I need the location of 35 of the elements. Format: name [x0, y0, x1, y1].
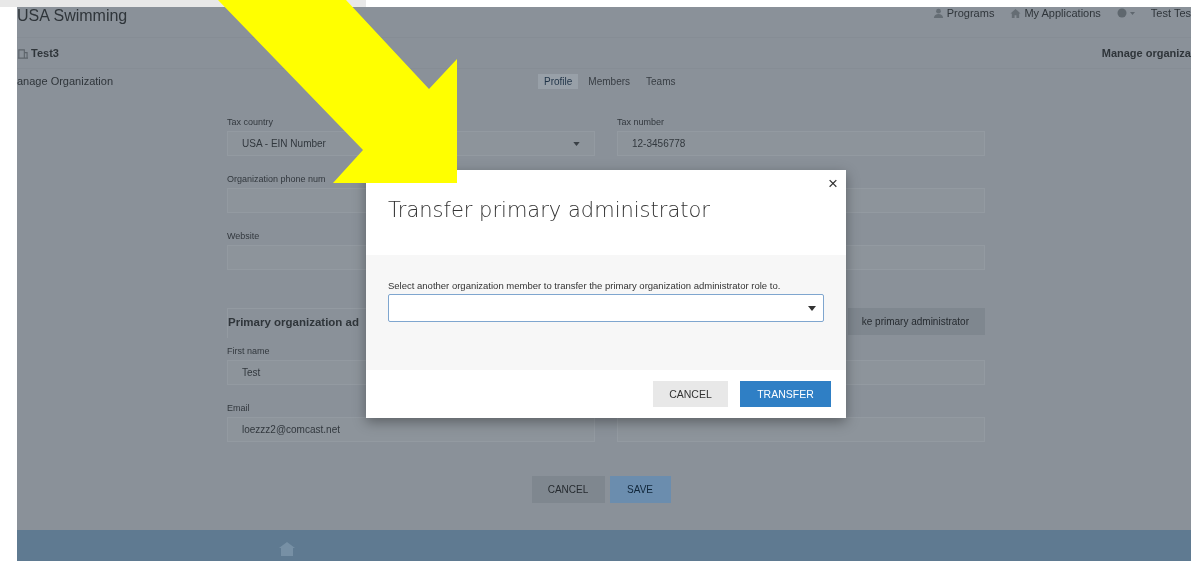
user-menu[interactable]: Test Tes [1150, 7, 1191, 19]
cancel-button[interactable]: CANCEL [531, 476, 605, 503]
member-select[interactable] [388, 294, 824, 322]
field-label: Tax country [227, 117, 275, 128]
input-field[interactable]: loezzz2@comcast.net [227, 417, 595, 442]
nav-link[interactable]: My Applications [1010, 7, 1101, 19]
admin-button[interactable]: ke primary administrator [848, 308, 985, 335]
field-label: First name [227, 346, 271, 357]
nav-link[interactable]: Programs [932, 7, 995, 19]
page-heading: Manage organiza [1101, 47, 1191, 59]
organization-name: Test3 [31, 47, 59, 59]
dialog-title: Transfer primary administrator [388, 198, 710, 222]
section-title: anage Organization [17, 75, 113, 87]
transfer-button[interactable]: TRANSFER [740, 381, 831, 407]
dialog-message: Select another organization member to transfer the primary organization administrator role to. [388, 279, 782, 292]
caret-icon [573, 141, 580, 146]
input-field[interactable]: 12-3456778 [617, 131, 985, 156]
save-button[interactable]: SAVE [609, 476, 671, 503]
tab[interactable]: Members [582, 73, 637, 89]
site-title[interactable]: USA Swimming [17, 7, 128, 25]
close-button[interactable]: × [824, 174, 842, 194]
logo-icon [279, 542, 295, 556]
field-label: Organization phone num [227, 174, 327, 185]
info-menu-icon[interactable] [1116, 8, 1135, 18]
tab[interactable]: Profile [538, 73, 579, 89]
field-label: Email [227, 403, 251, 414]
caret-icon [808, 305, 816, 311]
input-field[interactable] [617, 417, 985, 442]
field-label: Tax number [617, 117, 666, 128]
building-icon [17, 47, 28, 59]
cancel-button[interactable]: CANCEL [653, 381, 728, 407]
field-label: Website [227, 231, 261, 242]
person-icon [932, 7, 944, 19]
home-icon [1010, 7, 1022, 19]
tab[interactable]: Teams [640, 73, 682, 89]
